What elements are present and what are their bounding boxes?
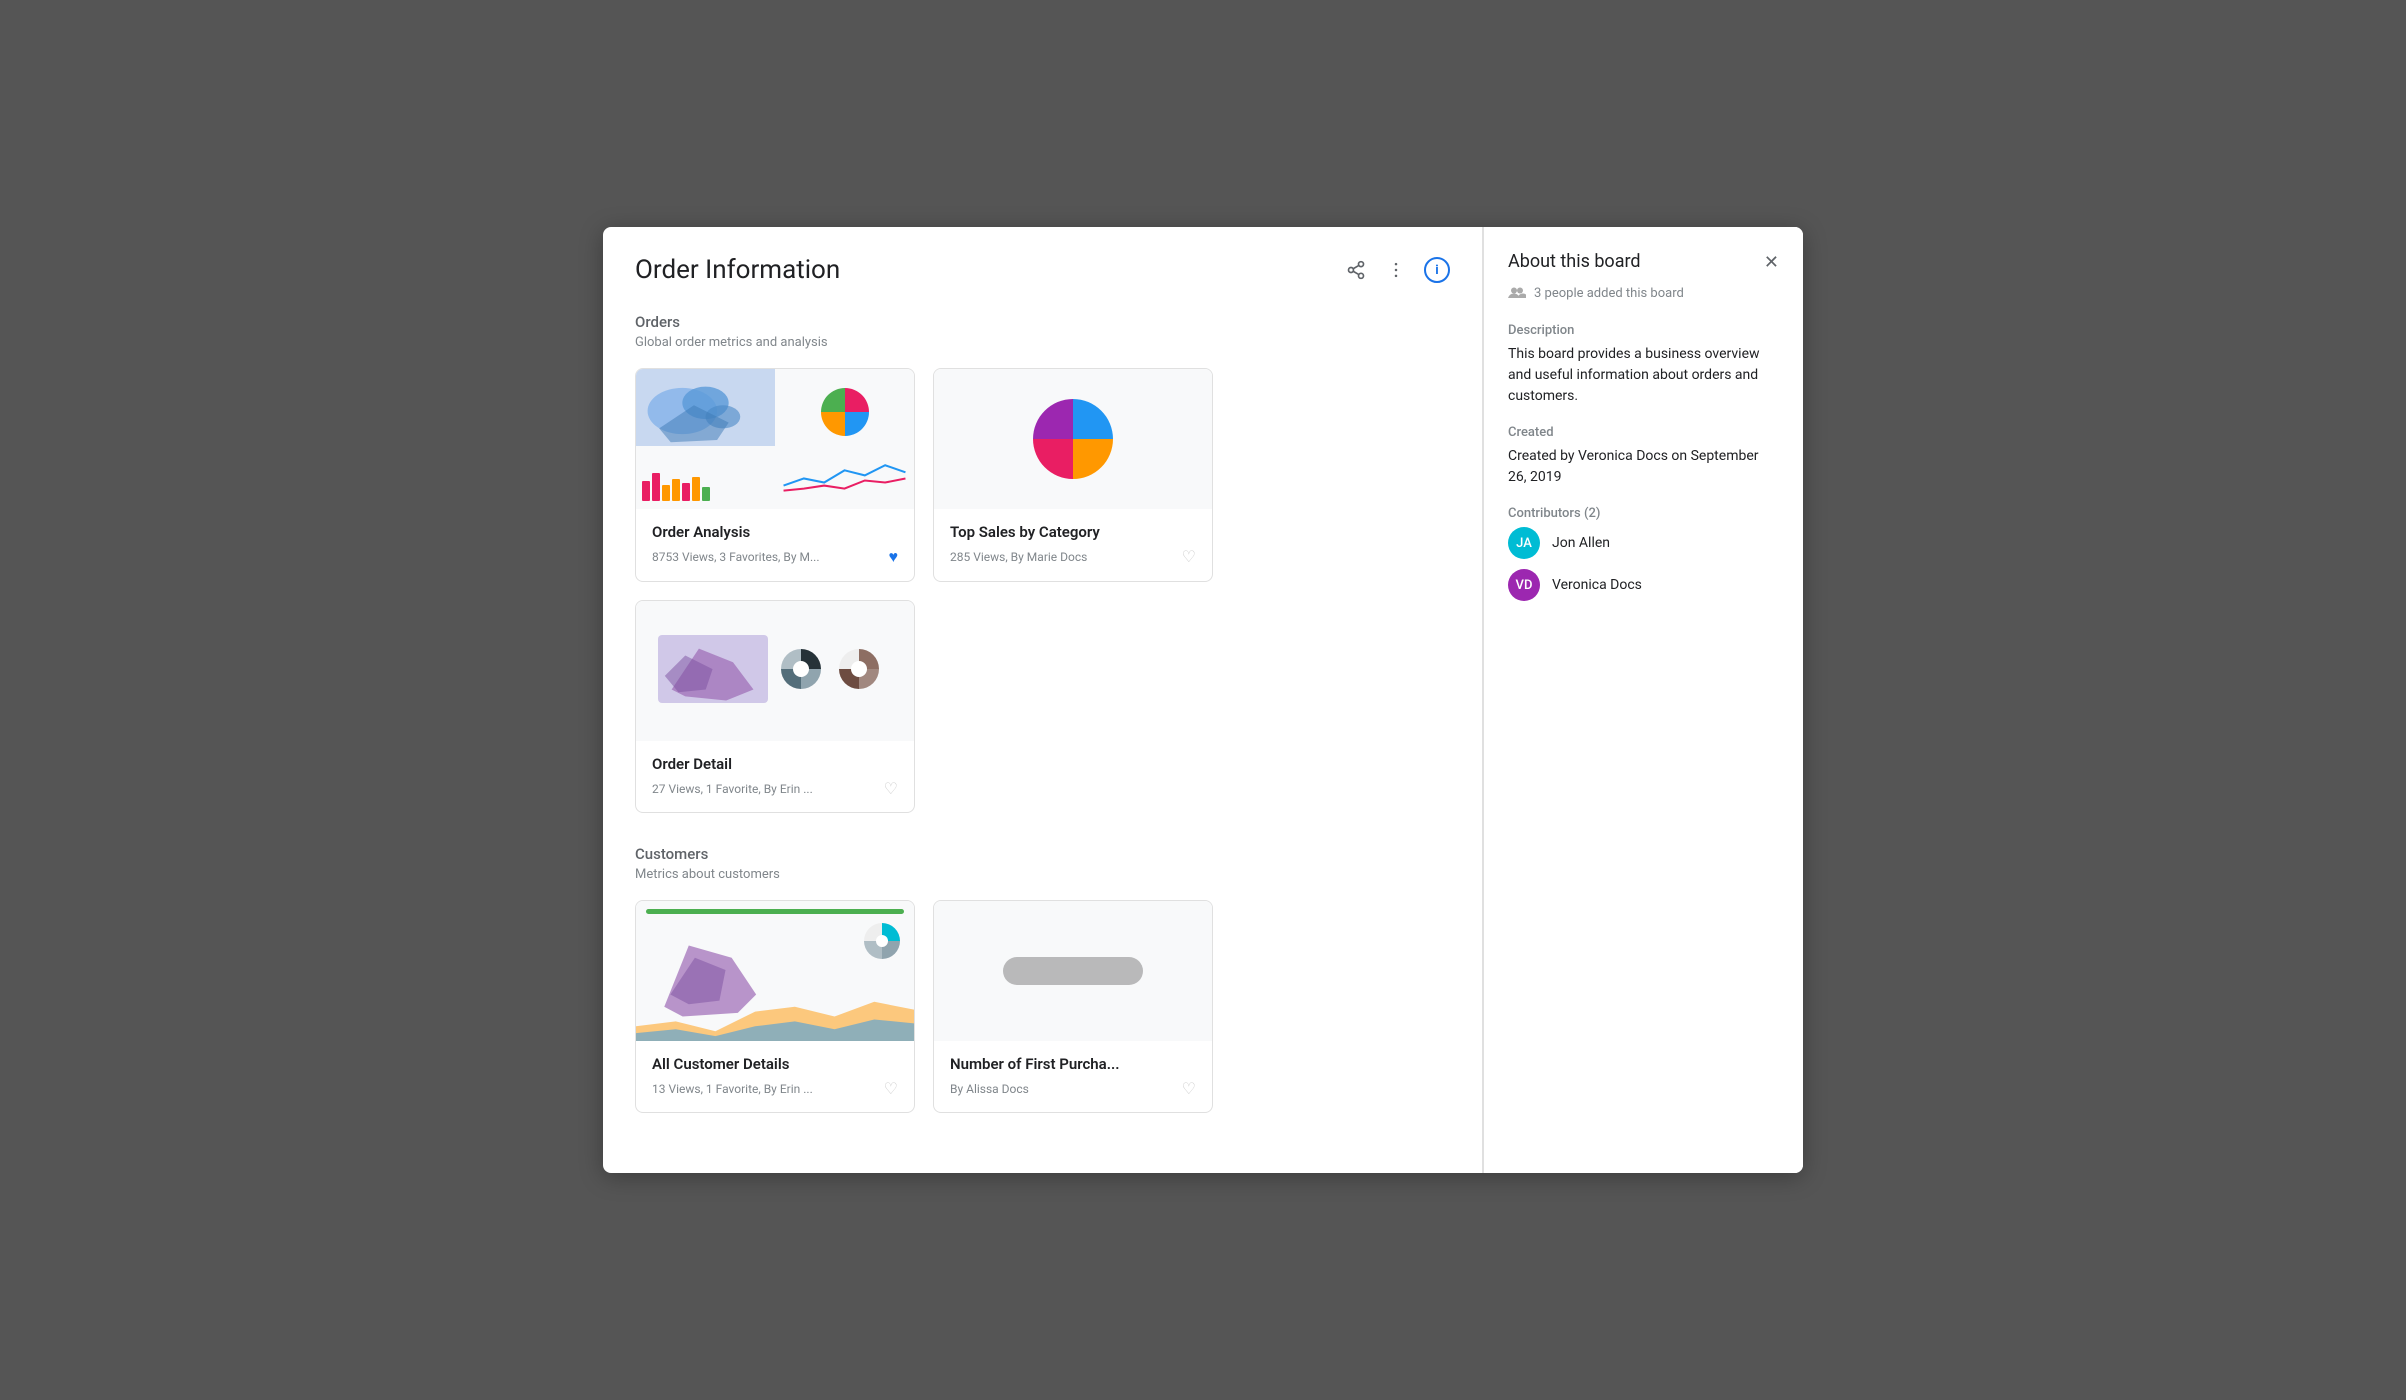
orders-section: Orders Global order metrics and analysis — [635, 313, 1450, 813]
contributor-name-veronica: Veronica Docs — [1552, 577, 1642, 593]
card-meta-all-customer: 13 Views, 1 Favorite, By Erin ... ♡ — [652, 1079, 898, 1098]
contributors-section: Contributors (2) JA Jon Allen VD Veronic… — [1508, 506, 1779, 601]
card-body-order-analysis: Order Analysis 8753 Views, 3 Favorites, … — [636, 509, 914, 581]
main-content: Order Information i — [603, 227, 1482, 1173]
favorite-icon-order-detail[interactable]: ♡ — [884, 779, 898, 798]
created-text: Created by Veronica Docs on September 26… — [1508, 446, 1779, 488]
card-thumbnail-order-detail — [636, 601, 914, 741]
card-title-order-detail: Order Detail — [652, 755, 898, 773]
customers-cards-grid: All Customer Details 13 Views, 1 Favorit… — [635, 900, 1450, 1113]
favorite-icon-first-purchase[interactable]: ♡ — [1182, 1079, 1196, 1098]
customers-section-subtitle: Metrics about customers — [635, 867, 1450, 882]
favorite-icon-order-analysis[interactable]: ♥ — [889, 547, 899, 567]
contributors-label: Contributors (2) — [1508, 506, 1779, 521]
favorite-icon-all-customer[interactable]: ♡ — [884, 1079, 898, 1098]
orders-section-title: Orders — [635, 313, 1450, 331]
page-header: Order Information i — [635, 255, 1450, 285]
card-title-order-analysis: Order Analysis — [652, 523, 898, 541]
card-thumbnail-all-customer — [636, 901, 914, 1041]
side-panel-header: About this board ✕ — [1508, 251, 1779, 272]
card-thumbnail-order-analysis — [636, 369, 914, 509]
avatar-jon-allen: JA — [1508, 527, 1540, 559]
card-title-first-purchase: Number of First Purcha... — [950, 1055, 1196, 1073]
created-label: Created — [1508, 425, 1779, 440]
orders-section-subtitle: Global order metrics and analysis — [635, 335, 1450, 350]
page-title: Order Information — [635, 255, 840, 285]
created-section: Created Created by Veronica Docs on Sept… — [1508, 425, 1779, 488]
card-meta-order-analysis: 8753 Views, 3 Favorites, By M... ♥ — [652, 547, 898, 567]
share-icon[interactable] — [1344, 258, 1368, 282]
people-icon — [1508, 284, 1526, 303]
card-thumbnail-first-purchase — [934, 901, 1212, 1041]
card-meta-first-purchase: By Alissa Docs ♡ — [950, 1079, 1196, 1098]
card-order-analysis[interactable]: Order Analysis 8753 Views, 3 Favorites, … — [635, 368, 915, 582]
card-top-sales[interactable]: Top Sales by Category 285 Views, By Mari… — [933, 368, 1213, 582]
card-meta-order-detail: 27 Views, 1 Favorite, By Erin ... ♡ — [652, 779, 898, 798]
card-order-detail[interactable]: Order Detail 27 Views, 1 Favorite, By Er… — [635, 600, 915, 813]
card-all-customer[interactable]: All Customer Details 13 Views, 1 Favorit… — [635, 900, 915, 1113]
app-window: Order Information i — [603, 227, 1803, 1173]
side-panel: About this board ✕ 3 people added this b… — [1483, 227, 1803, 1173]
more-icon[interactable] — [1384, 258, 1408, 282]
customers-section-title: Customers — [635, 845, 1450, 863]
description-section: Description This board provides a busine… — [1508, 323, 1779, 407]
card-thumbnail-top-sales — [934, 369, 1212, 509]
description-text: This board provides a business overview … — [1508, 344, 1779, 407]
card-title-all-customer: All Customer Details — [652, 1055, 898, 1073]
card-first-purchase[interactable]: Number of First Purcha... By Alissa Docs… — [933, 900, 1213, 1113]
header-actions: i — [1344, 257, 1450, 283]
avatar-veronica-docs: VD — [1508, 569, 1540, 601]
card-body-first-purchase: Number of First Purcha... By Alissa Docs… — [934, 1041, 1212, 1112]
orders-cards-grid: Order Analysis 8753 Views, 3 Favorites, … — [635, 368, 1450, 813]
card-meta-top-sales: 285 Views, By Marie Docs ♡ — [950, 547, 1196, 566]
info-icon[interactable]: i — [1424, 257, 1450, 283]
close-panel-button[interactable]: ✕ — [1764, 253, 1779, 271]
side-panel-title: About this board — [1508, 251, 1641, 272]
people-row: 3 people added this board — [1508, 284, 1779, 303]
card-title-top-sales: Top Sales by Category — [950, 523, 1196, 541]
favorite-icon-top-sales[interactable]: ♡ — [1182, 547, 1196, 566]
contributor-row-ja: JA Jon Allen — [1508, 527, 1779, 559]
customers-section: Customers Metrics about customers — [635, 845, 1450, 1113]
description-label: Description — [1508, 323, 1779, 338]
contributor-name-jon: Jon Allen — [1552, 535, 1610, 551]
card-body-order-detail: Order Detail 27 Views, 1 Favorite, By Er… — [636, 741, 914, 812]
card-body-top-sales: Top Sales by Category 285 Views, By Mari… — [934, 509, 1212, 580]
contributor-row-vd: VD Veronica Docs — [1508, 569, 1779, 601]
card-body-all-customer: All Customer Details 13 Views, 1 Favorit… — [636, 1041, 914, 1112]
